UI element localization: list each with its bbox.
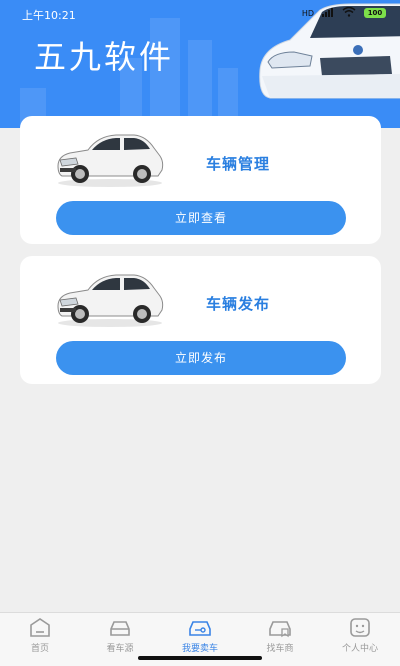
signal-icon bbox=[322, 7, 334, 19]
header-banner: 上午10:21 HD 100 五九软件 bbox=[0, 0, 400, 128]
car-image bbox=[57, 274, 164, 327]
publish-now-button[interactable]: 立即发布 bbox=[56, 341, 346, 375]
tab-label: 找车商 bbox=[266, 644, 294, 654]
status-time: 上午10:21 bbox=[22, 9, 76, 22]
car-front-icon bbox=[110, 621, 130, 636]
view-now-button[interactable]: 立即查看 bbox=[56, 201, 346, 235]
building-shape bbox=[188, 40, 212, 128]
wifi-icon bbox=[342, 6, 356, 19]
network-label: HD bbox=[301, 8, 314, 18]
tab-profile[interactable]: 个人中心 bbox=[320, 613, 400, 666]
car-image bbox=[57, 134, 164, 187]
tab-label: 我要卖车 bbox=[181, 644, 218, 654]
tab-label: 个人中心 bbox=[341, 644, 378, 654]
card-title: 车辆发布 bbox=[206, 295, 271, 313]
tab-home[interactable]: 首页 bbox=[0, 613, 80, 666]
vehicle-publish-card: 车辆发布 立即发布 bbox=[20, 256, 381, 384]
status-icons: HD 100 bbox=[301, 6, 386, 19]
card-title: 车辆管理 bbox=[206, 155, 271, 173]
tab-label: 首页 bbox=[30, 644, 49, 654]
home-indicator bbox=[138, 656, 262, 660]
tab-label: 看车源 bbox=[106, 644, 134, 654]
vehicle-management-card: 车辆管理 立即查看 bbox=[20, 116, 381, 244]
car-shop-icon bbox=[269, 621, 291, 638]
battery-icon: 100 bbox=[364, 8, 386, 18]
car-key-icon bbox=[189, 621, 211, 636]
home-icon bbox=[30, 618, 50, 637]
brand-title: 五九软件 bbox=[34, 38, 175, 76]
face-icon bbox=[350, 618, 370, 637]
